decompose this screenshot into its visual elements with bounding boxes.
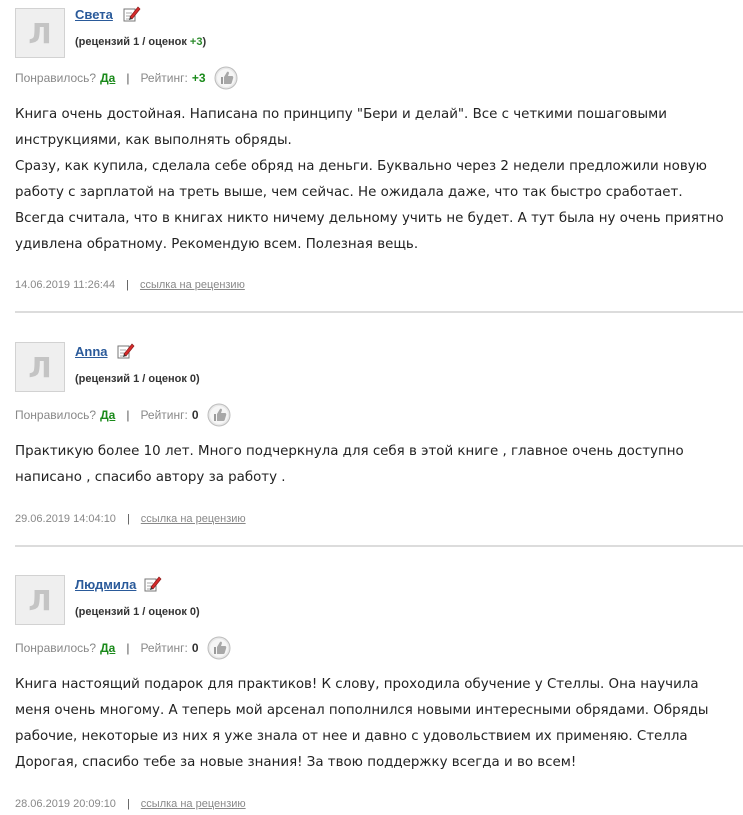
separator: |: [126, 798, 130, 810]
author-stats: (рецензий 1 / оценок +3): [75, 36, 207, 48]
review-paragraph: Сразу, как купила, сделала себе обряд на…: [15, 159, 724, 252]
author-link[interactable]: Anna: [75, 344, 108, 359]
review-text: Книга настоящий подарок для практиков! К…: [15, 672, 735, 776]
review-date: 28.06.2019 20:09:10: [15, 798, 116, 810]
thumbs-up-icon[interactable]: [207, 403, 231, 427]
thumbs-up-icon[interactable]: [214, 66, 238, 90]
avatar: Л: [15, 342, 65, 392]
vote-yes-link[interactable]: Да: [100, 408, 115, 422]
rating-label: Рейтинг:: [140, 71, 188, 85]
thumbs-up-icon[interactable]: [207, 636, 231, 660]
avatar-letter: Л: [28, 350, 52, 384]
author-stats: (рецензий 1 / оценок 0): [75, 606, 200, 618]
pencil-edit-icon[interactable]: [144, 575, 162, 593]
rating-value: 0: [191, 408, 199, 422]
avatar-letter: Л: [28, 16, 52, 50]
review-meta: 28.06.2019 20:09:10 | ссылка на рецензию: [15, 798, 246, 810]
review-permalink[interactable]: ссылка на рецензию: [141, 513, 246, 525]
avatar: Л: [15, 575, 65, 625]
rating-value: +3: [191, 71, 206, 85]
separator: |: [126, 279, 129, 291]
review-date: 14.06.2019 11:26:44: [15, 279, 116, 291]
pencil-edit-icon[interactable]: [117, 342, 135, 360]
separator: |: [126, 641, 130, 655]
review-paragraph: Книга настоящий подарок для практиков! К…: [15, 677, 709, 770]
avatar: Л: [15, 8, 65, 58]
vote-row: Понравилось? Да | Рейтинг: +3: [15, 66, 238, 90]
review-permalink[interactable]: ссылка на рецензию: [140, 279, 245, 291]
author-stats: (рецензий 1 / оценок 0): [75, 373, 200, 385]
pencil-edit-icon[interactable]: [123, 5, 141, 23]
review-paragraph: Практикую более 10 лет. Много подчеркнул…: [15, 444, 684, 485]
separator: |: [126, 408, 130, 422]
separator: |: [126, 513, 130, 525]
author-link[interactable]: Людмила: [75, 577, 136, 592]
liked-label: Понравилось?: [15, 71, 97, 85]
avatar-letter: Л: [28, 583, 52, 617]
vote-yes-link[interactable]: Да: [100, 71, 115, 85]
rating-label: Рейтинг:: [140, 408, 188, 422]
vote-row: Понравилось? Да | Рейтинг: 0: [15, 403, 231, 427]
author-link[interactable]: Света: [75, 7, 113, 22]
review-paragraph: Книга очень достойная. Написана по принц…: [15, 107, 667, 148]
review-3: Л Людмила (рецензий 1 / оценок 0) Понрав…: [0, 547, 743, 815]
review-permalink[interactable]: ссылка на рецензию: [141, 798, 246, 810]
separator: |: [126, 71, 130, 85]
rating-value: 0: [191, 641, 199, 655]
review-1: Л Света (рецензий 1 / оценок +3) Понрави…: [0, 0, 743, 313]
review-meta: 29.06.2019 14:04:10 | ссылка на рецензию: [15, 513, 246, 525]
liked-label: Понравилось?: [15, 641, 97, 655]
vote-row: Понравилось? Да | Рейтинг: 0: [15, 636, 231, 660]
review-date: 29.06.2019 14:04:10: [15, 513, 116, 525]
review-text: Книга очень достойная. Написана по принц…: [15, 102, 735, 258]
rating-label: Рейтинг:: [140, 641, 188, 655]
liked-label: Понравилось?: [15, 408, 97, 422]
review-meta: 14.06.2019 11:26:44 | ссылка на рецензию: [15, 279, 245, 291]
review-2: Л Anna (рецензий 1 / оценок 0) Понравило…: [0, 313, 743, 547]
vote-yes-link[interactable]: Да: [100, 641, 115, 655]
review-text: Практикую более 10 лет. Много подчеркнул…: [15, 439, 735, 491]
